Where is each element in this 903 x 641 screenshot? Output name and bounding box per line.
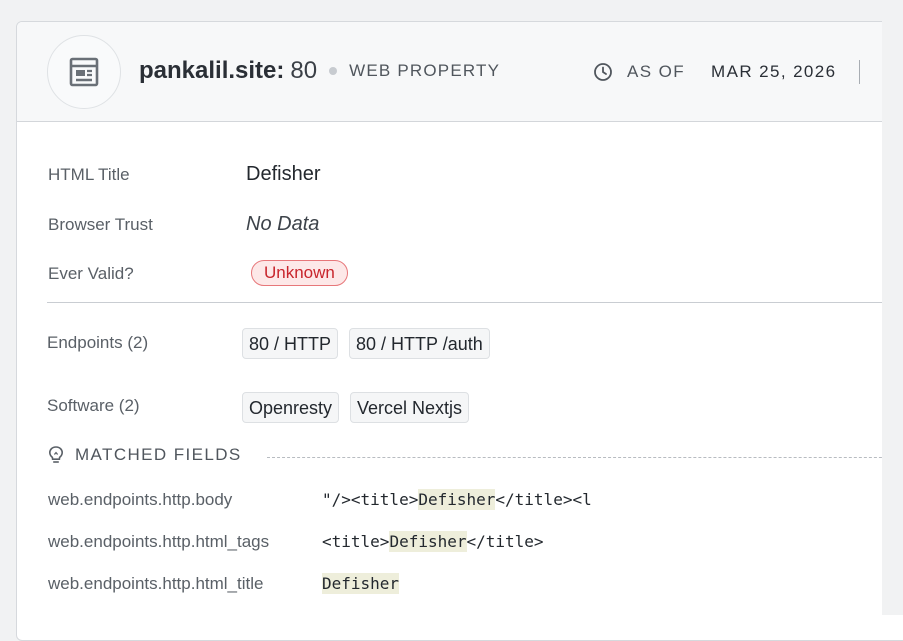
clock-icon xyxy=(594,63,612,81)
section-divider xyxy=(47,302,903,303)
software-tag[interactable]: Vercel Nextjs xyxy=(350,392,470,423)
port-number: 80 xyxy=(290,57,318,84)
as-of-date: MAR 25, 2026 xyxy=(711,62,837,81)
endpoint-tag[interactable]: 80 / HTTP xyxy=(242,328,339,359)
matched-field-name: web.endpoints.http.html_tags xyxy=(48,532,270,551)
as-of-label: AS OF xyxy=(627,62,686,81)
page-background-edge xyxy=(882,0,903,615)
web-page-icon xyxy=(69,57,99,87)
endpoints-label: Endpoints (2) xyxy=(47,333,149,352)
property-title: pankalil.site: 80 WEB PROPERTY xyxy=(139,57,500,85)
ever-valid-status-badge: Unknown xyxy=(251,260,348,286)
context-text: </title> xyxy=(466,532,544,551)
header-divider xyxy=(858,60,860,84)
match-highlight: Defisher xyxy=(418,489,496,510)
host-name[interactable]: pankalil.site: xyxy=(139,57,284,85)
matched-field-value: "/><title>Defisher</title><l xyxy=(322,489,592,510)
separator-dot xyxy=(329,67,338,75)
context-text: "/><title> xyxy=(322,490,419,509)
context-text: <title> xyxy=(322,532,390,551)
property-type: WEB PROPERTY xyxy=(349,61,501,80)
match-highlight: Defisher xyxy=(389,531,467,552)
property-avatar xyxy=(47,35,121,109)
ever-valid-label: Ever Valid? xyxy=(48,264,134,283)
endpoint-tag[interactable]: 80 / HTTP /auth xyxy=(349,328,490,359)
matched-field-value: <title>Defisher</title> xyxy=(322,531,544,552)
html-title-label: HTML Title xyxy=(48,165,130,184)
html-title-value: Defisher xyxy=(246,163,321,185)
lightbulb-icon xyxy=(48,446,64,463)
host-detail-card: pankalil.site: 80 WEB PROPERTY AS OF MAR… xyxy=(16,21,903,641)
matched-field-value: Defisher xyxy=(322,573,400,594)
matched-fields-rule xyxy=(267,457,903,458)
context-text: </title><l xyxy=(495,490,592,509)
browser-trust-value: No Data xyxy=(246,213,320,235)
match-highlight: Defisher xyxy=(322,573,400,594)
matched-fields-title: MATCHED FIELDS xyxy=(75,445,242,464)
browser-trust-label: Browser Trust xyxy=(48,215,153,234)
matched-field-name: web.endpoints.http.html_title xyxy=(48,574,264,593)
as-of-info: AS OF MAR 25, 2026 xyxy=(593,60,860,84)
card-header: pankalil.site: 80 WEB PROPERTY AS OF MAR… xyxy=(17,22,903,122)
matched-field-name: web.endpoints.http.body xyxy=(48,490,233,509)
software-label: Software (2) xyxy=(47,396,140,415)
software-tag[interactable]: Openresty xyxy=(242,392,340,423)
matched-fields-header: MATCHED FIELDS xyxy=(47,445,242,465)
